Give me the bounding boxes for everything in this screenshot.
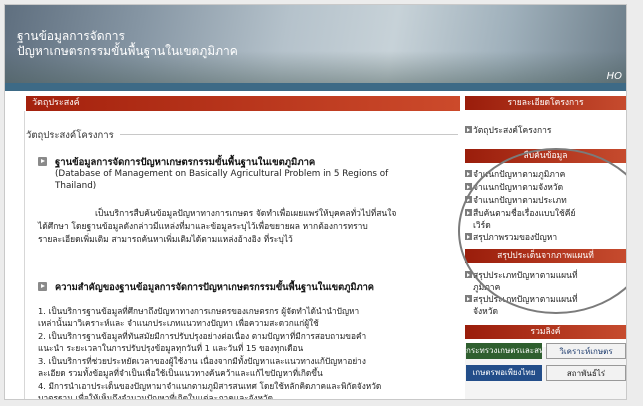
arrow-bullet-icon <box>38 282 47 291</box>
intro-para-line3: รายละเอียดเพิ่มเติม สามารถค้นหาเพิ่มเติม… <box>38 235 293 245</box>
heading-database: ฐานข้อมูลการจัดการปัญหาเกษตรกรรมขั้นพื้น… <box>55 157 316 168</box>
heading-database-en-1: (Database of Management on Basically Agr… <box>55 169 389 179</box>
list-item-3-line2: ละเอียด รวมทั้งข้อมูลที่จำเป็นเพื่อใช้เป… <box>38 368 323 378</box>
heading-database-en-2: Thailand) <box>55 181 97 191</box>
sidebar-link-map-province-cont[interactable]: จังหวัด <box>473 304 498 318</box>
arrow-bullet-icon <box>465 295 472 302</box>
banner-bottom-bar <box>5 83 626 91</box>
section-divider <box>120 134 458 135</box>
list-item-2-line2: แนะนำ ระยะเวลาในการปรับปรุงข้อมูลทุกวันท… <box>38 343 304 353</box>
sidebar-link-objective[interactable]: วัตถุประสงค์โครงการ <box>473 123 551 137</box>
home-link[interactable]: HO <box>607 71 622 82</box>
site-title-line2: ปัญหาเกษตรกรรมขั้นพื้นฐานในเขตภูมิภาค <box>17 44 238 58</box>
sidebar-header-links: รวมลิงค์ <box>465 325 626 339</box>
arrow-bullet-icon <box>38 157 47 166</box>
arrow-bullet-icon <box>465 170 472 177</box>
sidebar-header-project: รายละเอียดโครงการ <box>465 96 626 110</box>
section-title: วัตถุประสงค์โครงการ <box>26 130 114 141</box>
list-item-4-line2: มาตรฐาน เพื่อให้เห็นถึงจำนวนปัญหาที่เกิด… <box>38 393 274 400</box>
page-frame: ฐานข้อมูลการจัดการ ปัญหาเกษตรกรรมขั้นพื้… <box>4 4 627 400</box>
link-banner-sufficiency[interactable]: เกษตรพอเพียงไทย <box>466 365 542 381</box>
link-banner-agri-analysis[interactable]: วิเคราะห์เกษตร <box>546 343 626 359</box>
content-header: วัตถุประสงค์ <box>26 96 460 111</box>
site-banner: ฐานข้อมูลการจัดการ ปัญหาเกษตรกรรมขั้นพื้… <box>5 5 626 91</box>
link-banner-federation[interactable]: สถาพันธ์ไร่ <box>546 365 626 381</box>
intro-para-line1: เป็นบริการสืบค้นข้อมูลปัญหาทางการเกษตร จ… <box>95 209 397 219</box>
heading-importance: ความสำคัญของฐานข้อมูลการจัดการปัญหาเกษตร… <box>55 282 375 293</box>
list-item-1-line2: เหล่านั้นมาวิเคราะห์และ จำแนกประเภทแนวทา… <box>38 318 319 328</box>
arrow-bullet-icon <box>465 126 472 133</box>
link-banner-moac[interactable]: กระทรวงเกษตรและสหกรณ์ <box>466 343 542 359</box>
intro-para-line2: ได้ศึกษา โดยฐานข้อมูลดังกล่าวมีแหล่งที่ม… <box>38 222 368 232</box>
